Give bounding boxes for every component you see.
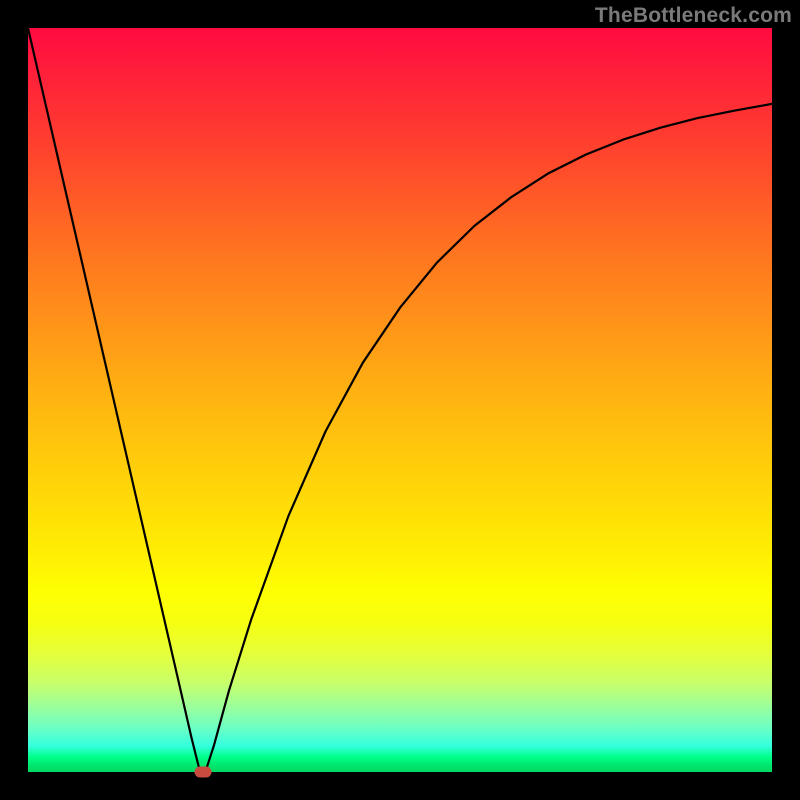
chart-frame: TheBottleneck.com bbox=[0, 0, 800, 800]
bottleneck-curve bbox=[28, 28, 772, 772]
plot-area bbox=[28, 28, 772, 772]
optimum-marker bbox=[194, 767, 211, 778]
watermark-text: TheBottleneck.com bbox=[595, 4, 792, 28]
